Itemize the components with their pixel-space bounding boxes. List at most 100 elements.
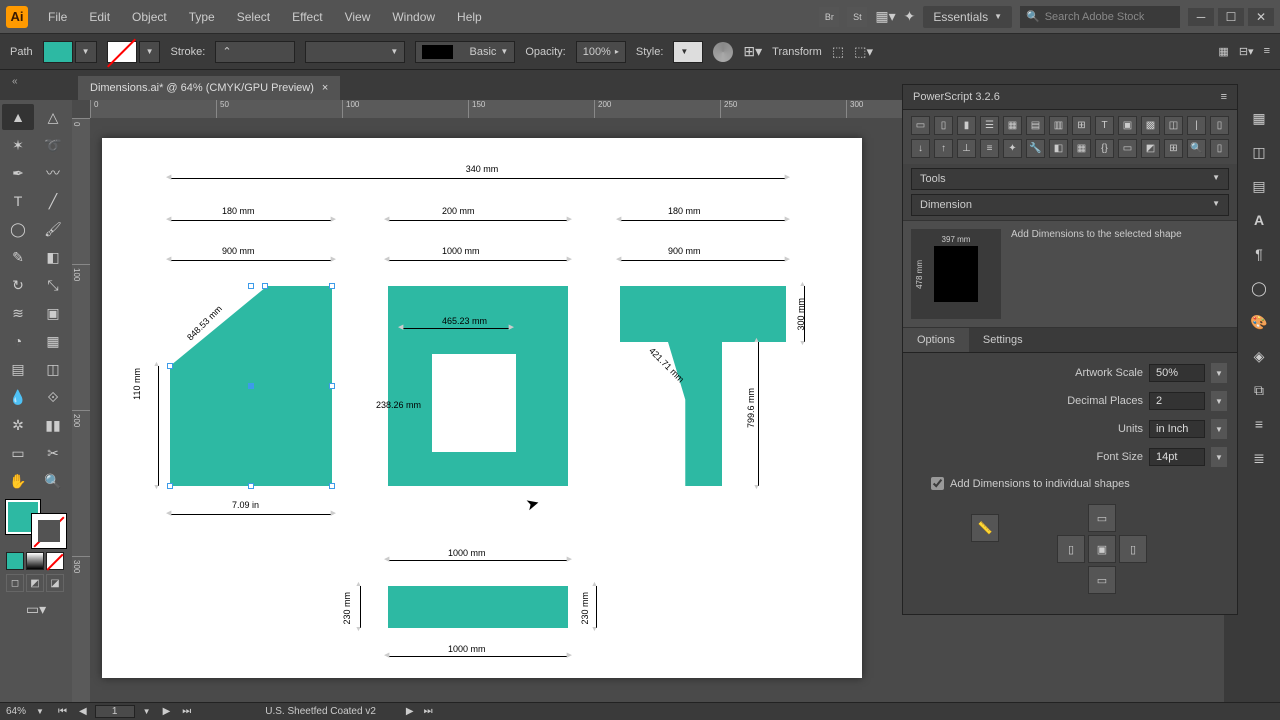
list-view-icon[interactable]: ⊟▾ — [1239, 45, 1254, 58]
panel-menu-icon[interactable]: ≡ — [1221, 91, 1227, 103]
profile-nav[interactable]: ▶ — [406, 706, 414, 717]
minimize-button[interactable]: ─ — [1188, 8, 1214, 26]
sel-handle[interactable] — [329, 283, 335, 289]
stock-icon[interactable]: St — [847, 7, 867, 27]
artboard-tool[interactable]: ▭ — [2, 440, 34, 466]
blend-tool[interactable]: ⟐ — [37, 384, 69, 410]
menu-type[interactable]: Type — [179, 6, 225, 28]
width-tool[interactable]: ≋ — [2, 300, 34, 326]
bridge-icon[interactable]: Br — [819, 7, 839, 27]
draw-inside[interactable]: ◪ — [46, 574, 64, 592]
eraser-tool[interactable]: ◧ — [37, 244, 69, 270]
draw-behind[interactable]: ◩ — [26, 574, 44, 592]
maximize-button[interactable]: ☐ — [1218, 8, 1244, 26]
shape-builder-tool[interactable]: ◔ — [2, 328, 34, 354]
color-mode-gradient[interactable] — [26, 552, 44, 570]
gpu-icon[interactable]: ✦ — [904, 8, 916, 25]
layers-panel-icon[interactable]: ▤ — [1247, 174, 1271, 198]
ps-tool-3[interactable]: ▮ — [957, 116, 976, 135]
fill-dropdown[interactable]: ▼ — [75, 41, 97, 63]
stroke-weight-input[interactable]: ⌃ — [215, 41, 295, 63]
sel-handle[interactable] — [329, 483, 335, 489]
ps-tool-17[interactable]: ⊥ — [957, 139, 976, 158]
ps-tool-25[interactable]: ◩ — [1141, 139, 1160, 158]
type-tool[interactable]: T — [2, 188, 34, 214]
stroke-swatch[interactable] — [107, 41, 137, 63]
align-panel-icon[interactable]: ≡ — [1247, 412, 1271, 436]
ps-tool-4[interactable]: ☰ — [980, 116, 999, 135]
fill-swatch[interactable] — [43, 41, 73, 63]
document-tab[interactable]: Dimensions.ai* @ 64% (CMYK/GPU Preview) … — [78, 76, 340, 100]
ps-tool-10[interactable]: ▣ — [1118, 116, 1137, 135]
stroke-panel-icon[interactable]: ≣ — [1247, 446, 1271, 470]
opacity-input[interactable]: 100% ▸ — [576, 41, 626, 63]
libraries-panel-icon[interactable]: ◫ — [1247, 140, 1271, 164]
nav-next[interactable]: ▶ — [159, 706, 175, 717]
shape-c-top[interactable] — [620, 286, 786, 342]
stroke-dropdown[interactable]: ▼ — [139, 41, 161, 63]
dim-bottom-button[interactable]: ▭ — [1088, 566, 1116, 594]
artboards-panel-icon[interactable]: ⧉ — [1247, 378, 1271, 402]
decimal-dd[interactable]: ▼ — [1211, 391, 1227, 411]
page-dd[interactable]: ▼ — [139, 707, 155, 716]
brush-definition-dropdown[interactable]: Basic▼ — [415, 41, 515, 63]
add-individual-checkbox[interactable] — [931, 477, 944, 490]
menu-view[interactable]: View — [335, 6, 381, 28]
color-panel-icon[interactable]: 🎨 — [1247, 310, 1271, 334]
paragraph-panel-icon[interactable]: ¶ — [1247, 242, 1271, 266]
ps-tool-6[interactable]: ▤ — [1026, 116, 1045, 135]
isolate-icon[interactable]: ⬚ — [832, 44, 844, 60]
isolate-dd[interactable]: ⬚▾ — [854, 44, 873, 60]
units-dd[interactable]: ▼ — [1211, 419, 1227, 439]
ps-tool-22[interactable]: ▦ — [1072, 139, 1091, 158]
page-number-input[interactable] — [95, 705, 135, 718]
arrange-icon[interactable]: ▦▾ — [875, 8, 895, 25]
profile-nav-end[interactable]: ⏭ — [424, 706, 433, 717]
ps-tool-7[interactable]: ▥ — [1049, 116, 1068, 135]
ps-tool-20[interactable]: 🔧 — [1026, 139, 1045, 158]
dim-center-button[interactable]: ▣ — [1088, 535, 1116, 563]
align-icon[interactable]: ⊞▾ — [743, 43, 762, 60]
dimension-dropdown[interactable]: Dimension▼ — [911, 194, 1229, 216]
tab-close-icon[interactable]: × — [322, 82, 328, 94]
ps-tool-12[interactable]: ◫ — [1164, 116, 1183, 135]
search-stock-input[interactable]: 🔍 Search Adobe Stock — [1020, 6, 1180, 28]
font-size-input[interactable] — [1149, 448, 1205, 466]
artwork-scale-input[interactable] — [1149, 364, 1205, 382]
workspace-switcher[interactable]: Essentials ▼ — [923, 6, 1012, 28]
shape-c-stem[interactable] — [668, 342, 722, 486]
paintbrush-tool[interactable]: 🖌 — [37, 216, 69, 242]
sel-handle[interactable] — [262, 283, 268, 289]
ps-tool-2[interactable]: ▯ — [934, 116, 953, 135]
pen-tool[interactable]: ✒ — [2, 160, 34, 186]
perspective-tool[interactable]: ▦ — [37, 328, 69, 354]
ps-tool-14[interactable]: ▯ — [1210, 116, 1229, 135]
ps-tool-15[interactable]: ↓ — [911, 139, 930, 158]
type-panel-icon[interactable]: A — [1247, 208, 1271, 232]
sel-handle[interactable] — [329, 383, 335, 389]
ps-tool-13[interactable]: | — [1187, 116, 1206, 135]
units-input[interactable] — [1149, 420, 1205, 438]
menu-select[interactable]: Select — [227, 6, 280, 28]
dim-left-button[interactable]: ▯ — [1057, 535, 1085, 563]
sel-handle[interactable] — [167, 363, 173, 369]
measure-diag-button[interactable]: 📏 — [971, 514, 999, 542]
zoom-tool[interactable]: 🔍 — [37, 468, 69, 494]
stroke-color[interactable] — [32, 514, 66, 548]
line-tool[interactable]: ╱ — [37, 188, 69, 214]
rectangle-tool[interactable]: ◯ — [2, 216, 34, 242]
sel-handle[interactable] — [248, 283, 254, 289]
ps-tool-11[interactable]: ▩ — [1141, 116, 1160, 135]
ps-tool-24[interactable]: ▭ — [1118, 139, 1137, 158]
recolor-icon[interactable] — [713, 42, 733, 62]
menu-effect[interactable]: Effect — [282, 6, 332, 28]
gradient-tool[interactable]: ◫ — [37, 356, 69, 382]
nav-last[interactable]: ⏭ — [178, 706, 195, 717]
pencil-tool[interactable]: ✎ — [2, 244, 34, 270]
tab-settings[interactable]: Settings — [969, 328, 1037, 352]
menu-help[interactable]: Help — [447, 6, 492, 28]
sel-center[interactable] — [248, 383, 254, 389]
style-dropdown[interactable]: ▼ — [673, 41, 703, 63]
ps-tool-27[interactable]: 🔍 — [1187, 139, 1206, 158]
ps-tool-9[interactable]: T — [1095, 116, 1114, 135]
